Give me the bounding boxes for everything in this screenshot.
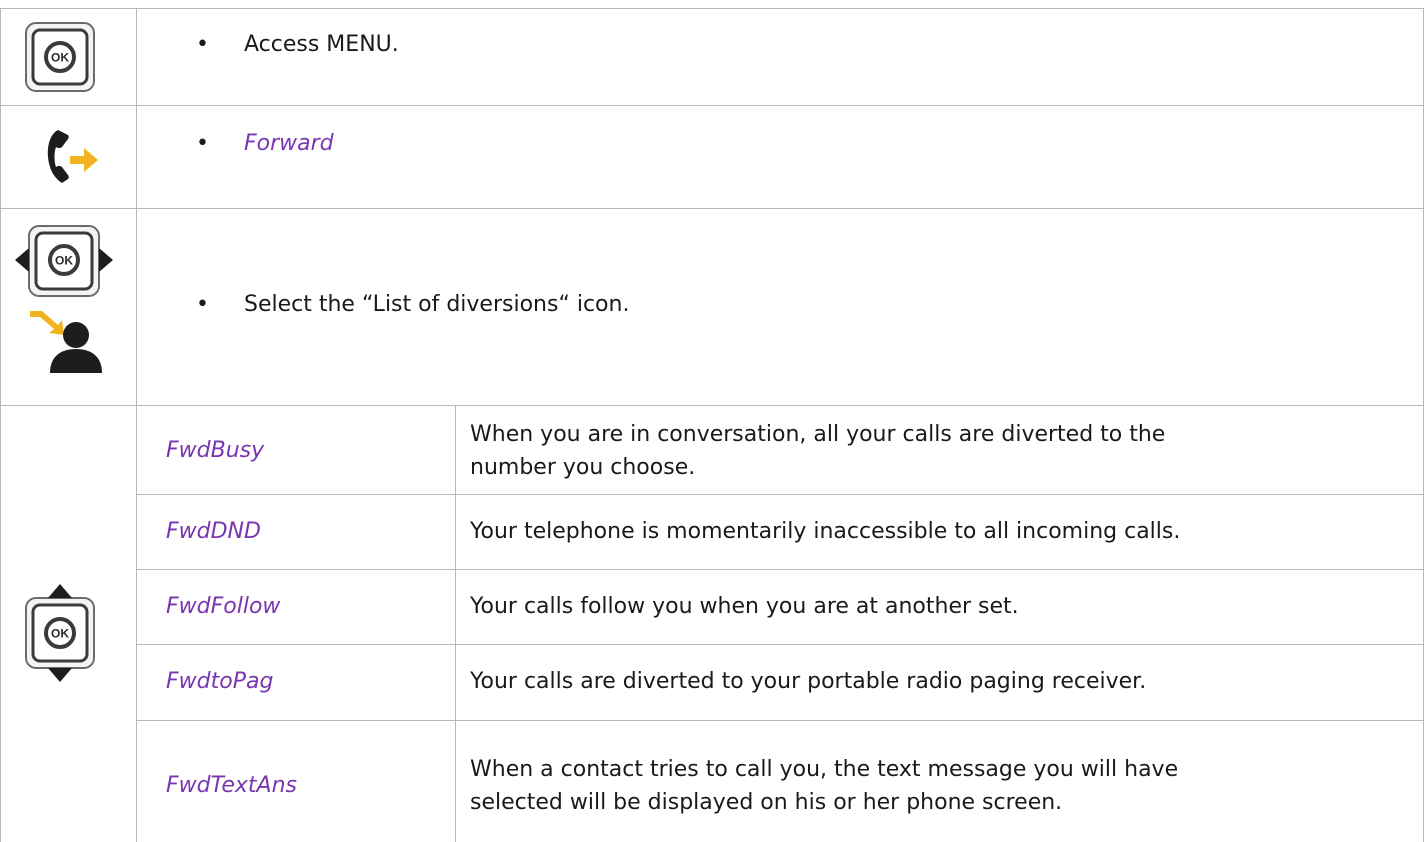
column-divider xyxy=(455,405,456,842)
option-name: FwdDND xyxy=(166,519,261,544)
row-divider xyxy=(136,494,1424,495)
option-description: Your calls are diverted to your portable… xyxy=(470,669,1147,694)
option-name: FwdFollow xyxy=(166,594,281,619)
row-divider xyxy=(0,208,1424,209)
step-option-forward: Forward xyxy=(244,131,334,156)
svg-text:OK: OK xyxy=(55,254,73,268)
bullet: • xyxy=(196,32,209,57)
row-divider xyxy=(136,720,1424,721)
row-divider xyxy=(0,405,1424,406)
option-description: number you choose. xyxy=(470,455,696,480)
ok-up-down-navigation-icon: OK xyxy=(25,584,95,682)
diversion-user-icon xyxy=(30,311,102,373)
row-divider xyxy=(0,105,1424,106)
option-description: When you are in conversation, all your c… xyxy=(470,422,1166,447)
option-description: When a contact tries to call you, the te… xyxy=(470,757,1179,782)
column-divider xyxy=(136,8,137,842)
ok-button-icon: OK xyxy=(25,22,95,92)
forward-phone-icon xyxy=(47,130,98,183)
ok-left-right-navigation-icon: OK xyxy=(15,225,113,297)
option-description: selected will be displayed on his or her… xyxy=(470,790,1063,815)
option-description: Your telephone is momentarily inaccessib… xyxy=(470,519,1181,544)
svg-text:OK: OK xyxy=(51,51,69,65)
instruction-table: OK • Access MENU. • Forward OK • Select … xyxy=(0,0,1424,842)
bullet: • xyxy=(196,292,209,317)
option-name: FwdBusy xyxy=(166,438,265,463)
bullet: • xyxy=(196,131,209,156)
step-text: Select the “List of diversions“ icon. xyxy=(244,292,630,317)
step-text: Access MENU. xyxy=(244,32,399,57)
option-name: FwdTextAns xyxy=(166,773,297,798)
option-name: FwdtoPag xyxy=(166,669,274,694)
row-divider xyxy=(136,569,1424,570)
option-description: Your calls follow you when you are at an… xyxy=(470,594,1019,619)
row-divider xyxy=(136,644,1424,645)
table-border-top xyxy=(0,8,1424,9)
table-border-left xyxy=(0,8,1,842)
svg-text:OK: OK xyxy=(51,627,69,641)
